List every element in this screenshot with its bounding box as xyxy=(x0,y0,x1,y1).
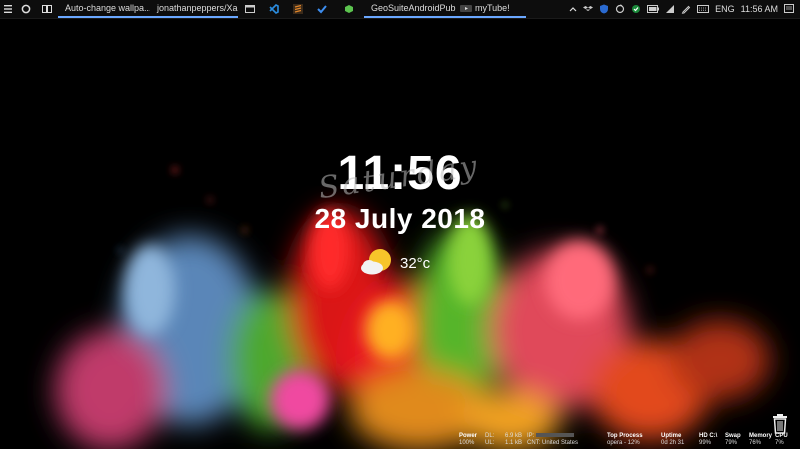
memory-label: Memory xyxy=(749,433,773,439)
cube-icon xyxy=(345,5,353,13)
ip-redacted xyxy=(536,433,575,438)
cortana-icon xyxy=(21,4,31,14)
top-process-value: opera - 12% xyxy=(607,440,640,446)
recycle-bin[interactable] xyxy=(771,414,789,439)
taskbar-app-android-studio[interactable]: GeoSuiteAndroidPub... xyxy=(364,0,456,18)
taskbar-app-cube[interactable] xyxy=(334,0,364,18)
task-view-button[interactable] xyxy=(36,0,58,18)
mytube-icon xyxy=(460,4,472,12)
notifications-icon[interactable] xyxy=(784,4,794,14)
task-view-icon xyxy=(42,5,52,13)
taskbar-app-sublime[interactable] xyxy=(286,0,310,18)
taskbar-app-label: jonathanpeppers/Xa... xyxy=(157,3,238,13)
weather-widget: 32°c xyxy=(360,248,430,278)
ul-label: UL: xyxy=(485,440,495,446)
memory-value: 76% xyxy=(749,440,762,446)
taskbar-clock[interactable]: 11:56 AM xyxy=(741,4,778,14)
trash-icon xyxy=(773,414,787,434)
sublime-icon xyxy=(293,4,303,14)
country-label: CNT: United States xyxy=(527,440,579,446)
chevron-up-icon[interactable] xyxy=(569,6,577,12)
start-button[interactable] xyxy=(0,0,16,18)
ul-value: 1.1 kB xyxy=(505,440,523,446)
stat-ip: IP: CNT: United States xyxy=(527,433,578,447)
hd-label: HD C:\ xyxy=(699,433,718,439)
taskbar-app-vscode[interactable] xyxy=(262,0,286,18)
stat-power: Power 100% xyxy=(459,433,477,447)
taskbar-app-todo[interactable] xyxy=(310,0,334,18)
todo-check-icon xyxy=(317,5,327,14)
vscode-icon xyxy=(269,4,279,14)
power-label: Power xyxy=(459,433,478,439)
top-process-label: Top Process xyxy=(607,433,643,439)
swap-label: Swap xyxy=(725,433,741,439)
system-tray: ENG 11:56 AM xyxy=(569,0,800,18)
taskbar: Auto-change wallpa... jonathanpeppers/Xa… xyxy=(0,0,800,19)
stat-top-process: Top Process opera - 12% xyxy=(607,433,643,447)
ip-label: IP: xyxy=(527,433,535,439)
power-value: 100% xyxy=(459,440,475,446)
uptime-label: Uptime xyxy=(661,433,682,439)
dropbox-icon[interactable] xyxy=(583,4,594,14)
stat-memory: Memory 76% xyxy=(749,433,772,447)
antivirus-icon[interactable] xyxy=(631,4,641,14)
sun-cloud-icon xyxy=(361,249,391,275)
clock-date: 28 July 2018 xyxy=(314,203,486,234)
cortana-button[interactable] xyxy=(16,0,36,18)
taskbar-app-mytube[interactable]: myTube! xyxy=(456,0,526,18)
cpu-value: 7% xyxy=(775,440,784,446)
stat-network-values: 6.9 kB 1.1 kB xyxy=(505,433,522,447)
sync-icon[interactable] xyxy=(615,4,625,14)
battery-icon[interactable] xyxy=(647,5,660,13)
network-icon[interactable] xyxy=(665,4,675,14)
taskbar-app-label: Auto-change wallpa... xyxy=(65,3,150,13)
stat-hd: HD C:\ 99% xyxy=(699,433,717,447)
system-stats-bar: Power 100% DL: UL: 6.9 kB 1.1 kB IP: CNT… xyxy=(455,433,800,449)
swap-value: 79% xyxy=(725,440,738,446)
stat-swap: Swap 79% xyxy=(725,433,741,447)
taskbar-app-file-explorer[interactable]: Auto-change wallpa... xyxy=(58,0,150,18)
hd-value: 99% xyxy=(699,440,712,446)
taskbar-app-label: myTube! xyxy=(475,3,510,13)
keyboard-icon[interactable] xyxy=(697,5,710,13)
pen-icon[interactable] xyxy=(681,4,691,14)
language-indicator[interactable]: ENG xyxy=(715,4,735,14)
taskbar-app-label: GeoSuiteAndroidPub... xyxy=(371,3,456,13)
dl-label: DL: xyxy=(485,433,495,439)
temperature: 32°c xyxy=(400,254,431,272)
stat-uptime: Uptime 0d 2h 31 xyxy=(661,433,684,447)
uptime-value: 0d 2h 31 xyxy=(661,440,685,446)
stat-download: DL: UL: xyxy=(485,433,494,447)
app-window-icon xyxy=(245,5,255,13)
taskbar-app-window[interactable] xyxy=(238,0,262,18)
vpn-shield-icon[interactable] xyxy=(599,4,609,14)
start-menu-icon xyxy=(4,5,12,13)
taskbar-app-opera[interactable]: jonathanpeppers/Xa... xyxy=(150,0,238,18)
dl-value: 6.9 kB xyxy=(505,433,523,439)
